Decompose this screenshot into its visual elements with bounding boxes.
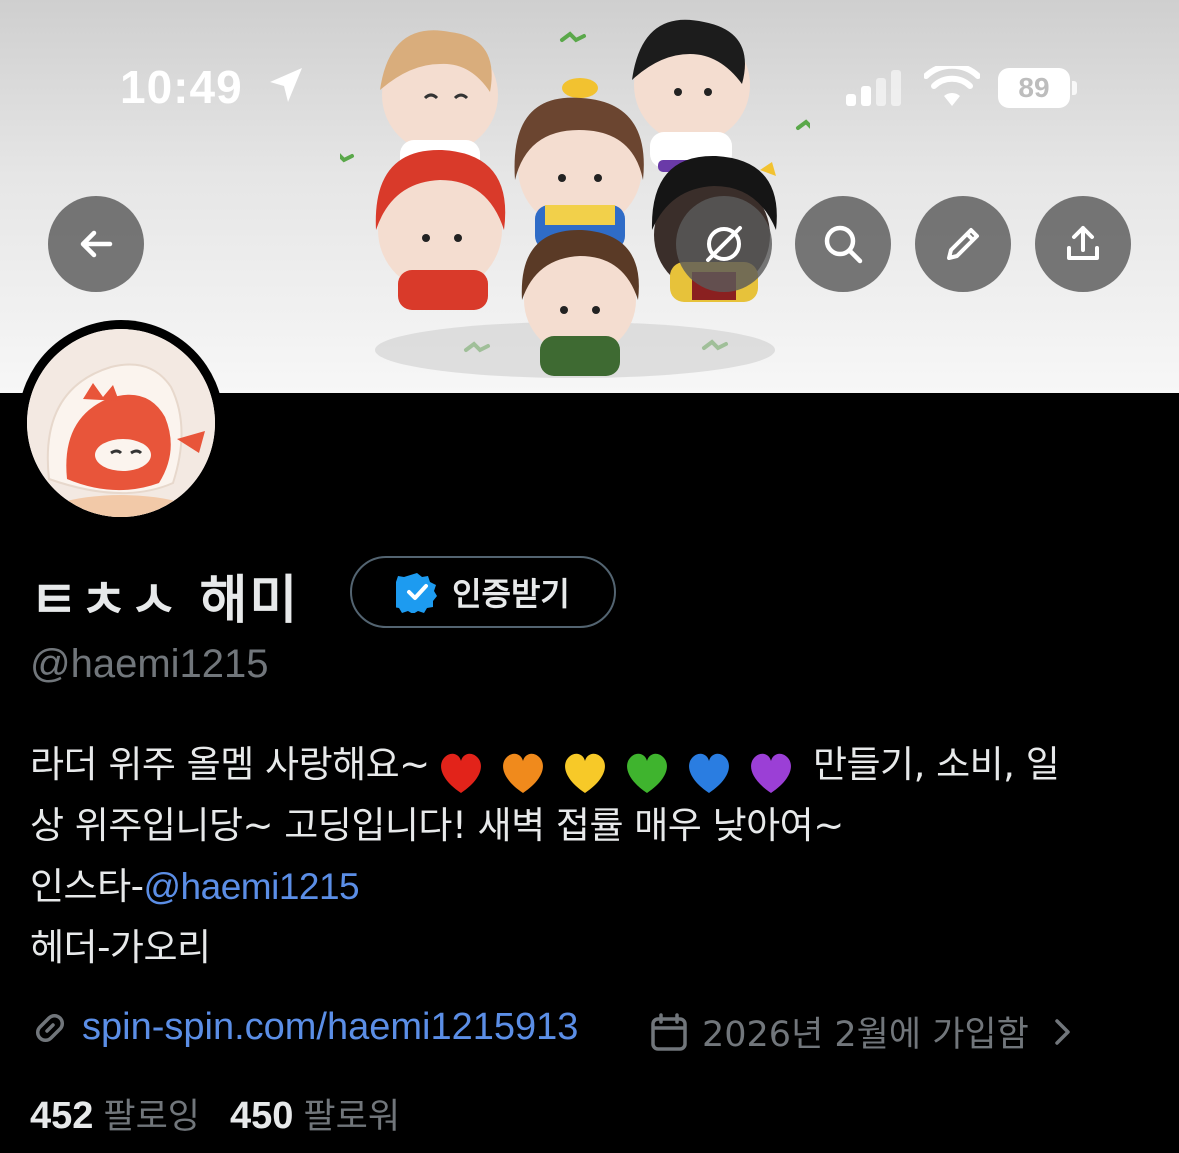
search-button[interactable] — [795, 196, 891, 292]
battery-icon: 89 — [998, 68, 1077, 108]
bio: 라더 위주 올멤 사랑해요~ 만들기, 소비, 일 상 위주입니당~ 고딩입니다… — [30, 734, 1160, 978]
chevron-right-icon — [1055, 1018, 1070, 1045]
location-arrow-icon — [270, 68, 302, 102]
green-heart-icon — [626, 753, 667, 793]
banner-illustration — [340, 19, 810, 378]
pencil-icon — [947, 228, 979, 260]
instagram-mention-link[interactable]: @haemi1215 — [143, 866, 359, 907]
edit-button[interactable] — [915, 196, 1011, 292]
following-count: 452 — [30, 1095, 94, 1137]
followers-link[interactable]: 450 팔로워 — [230, 1088, 400, 1139]
bio-line-2: 상 위주입니당~ 고딩입니다! 새벽 접률 매우 낮아여~ — [30, 804, 844, 847]
header-banner[interactable]: 10:49 89 — [0, 0, 1179, 393]
link-icon — [35, 1013, 65, 1042]
website-url[interactable]: spin-spin.com/haemi1215913 — [82, 1006, 578, 1049]
purple-heart-icon — [750, 753, 791, 793]
grok-button[interactable] — [676, 196, 772, 292]
get-verified-label: 인증받기 — [452, 575, 570, 613]
heart-emojis — [430, 740, 802, 801]
following-link[interactable]: 452 팔로잉 — [30, 1088, 200, 1139]
battery-level: 89 — [998, 68, 1070, 108]
username-handle: @haemi1215 — [30, 642, 269, 686]
display-name: ㅌㅊㅅ 해미 — [30, 571, 300, 631]
join-date[interactable]: 2026년 2월에 가입함 — [650, 1006, 1075, 1057]
get-verified-button[interactable]: 인증받기 — [350, 556, 616, 628]
status-time: 10:49 — [120, 61, 243, 113]
website-link[interactable]: spin-spin.com/haemi1215913 — [30, 1006, 578, 1049]
bio-line-1: 라더 위주 올멤 사랑해요~ 만들기, 소비, 일 — [30, 734, 1160, 795]
share-button[interactable] — [1035, 196, 1131, 292]
avatar[interactable] — [18, 320, 224, 526]
following-label: 팔로잉 — [103, 1097, 201, 1137]
verified-badge-icon — [396, 573, 438, 613]
yellow-heart-icon — [564, 753, 605, 793]
followers-count: 450 — [230, 1095, 294, 1137]
search-icon — [824, 225, 863, 264]
orange-heart-icon — [502, 753, 543, 793]
red-heart-icon — [440, 753, 481, 793]
follow-counts: 452 팔로잉 450 팔로워 — [30, 1088, 400, 1139]
arrow-left-icon — [80, 230, 113, 258]
profile-page: 10:49 89 ㅌㅊㅅ 해미 인증받기 @haemi1215 라더 위주 올멤… — [0, 0, 1179, 1153]
bio-line-3: 인스타-@haemi1215 — [30, 865, 360, 908]
grok-icon — [706, 226, 742, 262]
share-icon — [1067, 226, 1099, 260]
blue-heart-icon — [688, 753, 729, 793]
avatar-image — [27, 329, 215, 517]
cellular-signal-icon — [846, 70, 901, 106]
followers-label: 팔로워 — [303, 1097, 401, 1137]
back-button[interactable] — [48, 196, 144, 292]
calendar-icon — [651, 1012, 687, 1051]
wifi-icon — [924, 66, 980, 106]
bio-line-4: 헤더-가오리 — [30, 926, 211, 969]
join-date-label: 2026년 2월에 가입함 — [702, 1015, 1029, 1055]
